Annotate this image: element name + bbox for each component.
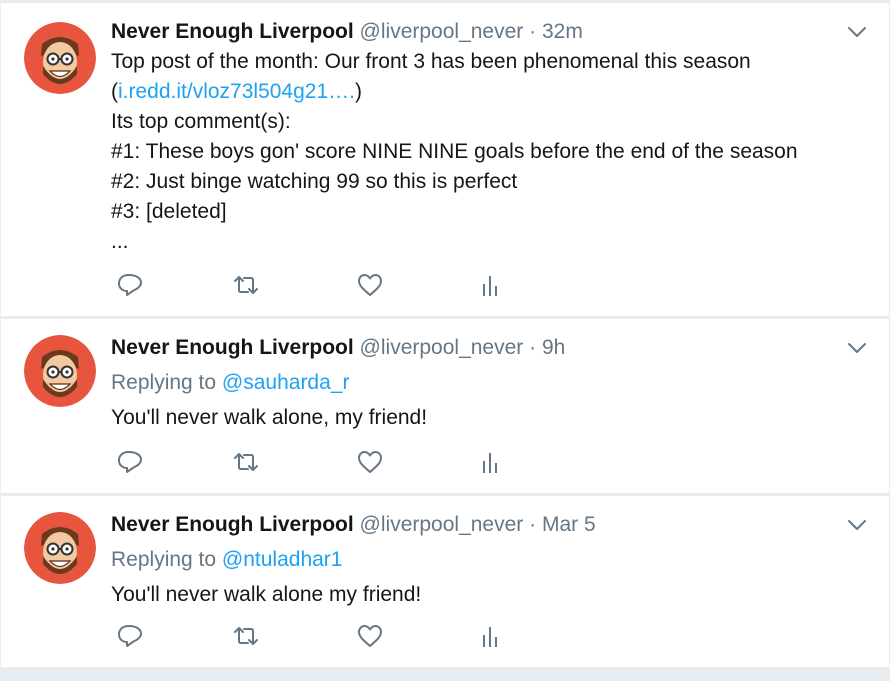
tweet-text-line: ... bbox=[111, 230, 129, 253]
tweet-content: Never Enough Liverpool @liverpool_never … bbox=[111, 510, 849, 610]
analytics-icon[interactable] bbox=[476, 449, 504, 475]
chevron-down-icon[interactable] bbox=[847, 341, 867, 355]
tweet-text-line: Its top comment(s): bbox=[111, 110, 291, 133]
tweet-header: Never Enough Liverpool @liverpool_never … bbox=[111, 510, 849, 540]
avatar-cartoon-face-icon bbox=[24, 512, 96, 584]
reply-icon[interactable] bbox=[116, 449, 144, 475]
tweet-header: Never Enough Liverpool @liverpool_never … bbox=[111, 333, 849, 363]
tweet-content: Never Enough Liverpool @liverpool_never … bbox=[111, 17, 849, 257]
chevron-down-icon[interactable] bbox=[847, 518, 867, 532]
replying-to: Replying to @ntuladhar1 bbox=[111, 545, 849, 575]
tweet-link[interactable]: i.redd.it/vloz73l504g21…. bbox=[118, 80, 355, 103]
link-close-paren: ) bbox=[354, 80, 362, 103]
tweet-text-line: #1: These boys gon' score NINE NINE goal… bbox=[111, 140, 798, 163]
tweet[interactable]: Never Enough Liverpool @liverpool_never … bbox=[1, 496, 889, 667]
tweet-content: Never Enough Liverpool @liverpool_never … bbox=[111, 333, 849, 433]
replying-to-handle[interactable]: @ntuladhar1 bbox=[222, 548, 343, 571]
tweet-actions bbox=[111, 449, 511, 475]
tweet-timestamp[interactable]: 9h bbox=[542, 336, 565, 359]
analytics-icon[interactable] bbox=[476, 623, 504, 649]
separator-dot: · bbox=[529, 513, 537, 536]
tweet-text-line: #2: Just binge watching 99 so this is pe… bbox=[111, 170, 518, 193]
author-name[interactable]: Never Enough Liverpool bbox=[111, 513, 354, 536]
replying-to: Replying to @sauharda_r bbox=[111, 368, 849, 398]
tweet-text: You'll never walk alone my friend! bbox=[111, 583, 422, 606]
link-open-paren: ( bbox=[111, 80, 118, 103]
tweet-header: Never Enough Liverpool @liverpool_never … bbox=[111, 17, 849, 47]
tweet[interactable]: Never Enough Liverpool @liverpool_never … bbox=[1, 3, 889, 316]
tweet-text-line: #3: [deleted] bbox=[111, 200, 227, 223]
separator-dot: · bbox=[529, 20, 537, 43]
reply-icon[interactable] bbox=[116, 272, 144, 298]
avatar[interactable] bbox=[24, 512, 96, 584]
chevron-down-icon[interactable] bbox=[847, 25, 867, 39]
analytics-icon[interactable] bbox=[476, 272, 504, 298]
author-handle[interactable]: @liverpool_never bbox=[360, 513, 524, 536]
tweet-text: Top post of the month: Our front 3 has b… bbox=[111, 47, 849, 257]
avatar-cartoon-face-icon bbox=[24, 335, 96, 407]
retweet-icon[interactable] bbox=[232, 623, 260, 649]
replying-to-label: Replying to bbox=[111, 371, 217, 394]
tweet-text-line: Top post of the month: Our front 3 has b… bbox=[111, 50, 751, 73]
tweet-feed: Never Enough Liverpool @liverpool_never … bbox=[1, 3, 889, 667]
heart-icon[interactable] bbox=[356, 272, 384, 298]
author-handle[interactable]: @liverpool_never bbox=[360, 20, 524, 43]
avatar-cartoon-face-icon bbox=[24, 22, 96, 94]
heart-icon[interactable] bbox=[356, 449, 384, 475]
tweet-timestamp[interactable]: Mar 5 bbox=[542, 513, 596, 536]
heart-icon[interactable] bbox=[356, 623, 384, 649]
replying-to-label: Replying to bbox=[111, 548, 217, 571]
retweet-icon[interactable] bbox=[232, 449, 260, 475]
author-handle[interactable]: @liverpool_never bbox=[360, 336, 524, 359]
retweet-icon[interactable] bbox=[232, 272, 260, 298]
reply-icon[interactable] bbox=[116, 623, 144, 649]
avatar[interactable] bbox=[24, 22, 96, 94]
tweet-text: You'll never walk alone, my friend! bbox=[111, 406, 428, 429]
avatar[interactable] bbox=[24, 335, 96, 407]
replying-to-handle[interactable]: @sauharda_r bbox=[222, 371, 350, 394]
tweet[interactable]: Never Enough Liverpool @liverpool_never … bbox=[1, 319, 889, 493]
tweet-actions bbox=[111, 272, 511, 298]
tweet-link-line: (i.redd.it/vloz73l504g21….) bbox=[111, 77, 849, 107]
author-name[interactable]: Never Enough Liverpool bbox=[111, 336, 354, 359]
tweet-timestamp[interactable]: 32m bbox=[542, 20, 583, 43]
separator-dot: · bbox=[529, 336, 537, 359]
author-name[interactable]: Never Enough Liverpool bbox=[111, 20, 354, 43]
tweet-actions bbox=[111, 623, 511, 649]
